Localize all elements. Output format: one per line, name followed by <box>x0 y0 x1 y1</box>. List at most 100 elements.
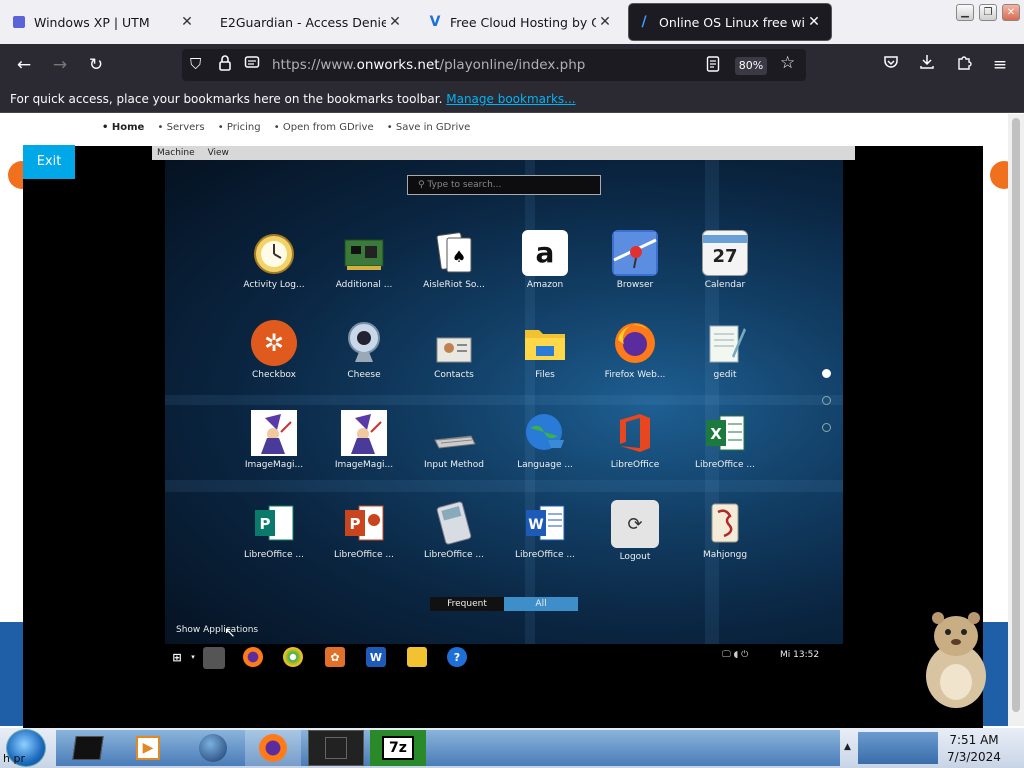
app-imagemagick-2[interactable]: ImageMagi... <box>323 410 405 470</box>
vm-system-tray[interactable]: 🖵 ◖ ⏻ <box>722 650 748 660</box>
app-gedit[interactable]: gedit <box>684 320 766 380</box>
desktop-thumbnail-icon[interactable] <box>203 647 225 669</box>
site-nav-save-gdrive[interactable]: • Save in GDrive <box>387 122 471 133</box>
app-libreoffice-draw[interactable]: P LibreOffice ... <box>233 500 315 560</box>
chrome-taskbar-icon[interactable] <box>283 647 303 667</box>
tab-all[interactable]: All <box>504 597 578 611</box>
monitor-icon <box>325 737 347 759</box>
app-checkbox[interactable]: ✲ Checkbox <box>233 320 315 380</box>
page-indicator-dot[interactable] <box>822 396 831 405</box>
host-app-utm[interactable] <box>308 730 364 766</box>
app-cheese[interactable]: Cheese <box>323 320 405 380</box>
calendar-day-number: 27 <box>712 246 738 267</box>
svg-text:X: X <box>710 425 722 443</box>
minimize-window-button[interactable]: ▁ <box>956 4 974 21</box>
excel-icon: X <box>702 410 748 456</box>
zoom-level-button[interactable]: 80% <box>735 57 767 75</box>
site-nav-servers[interactable]: • Servers <box>158 122 205 133</box>
close-window-button[interactable]: ✕ <box>1002 4 1020 21</box>
app-amazon[interactable]: a Amazon <box>504 230 586 290</box>
app-language-support[interactable]: Language ... <box>504 410 586 470</box>
manage-bookmarks-link[interactable]: Manage bookmarks... <box>446 92 575 106</box>
app-additional-drivers[interactable]: Additional ... <box>323 230 405 290</box>
app-libreoffice-impress[interactable]: P LibreOffice ... <box>323 500 405 560</box>
site-nav-home[interactable]: • Home <box>102 122 144 133</box>
back-arrow-icon[interactable]: ← <box>11 52 37 78</box>
page-indicator-dot[interactable] <box>822 423 831 432</box>
hamburger-menu-icon[interactable]: ≡ <box>987 52 1013 78</box>
app-input-method[interactable]: Input Method <box>413 410 495 470</box>
tab-windows-xp-utm[interactable]: Windows XP | UTM ✕ <box>4 4 204 40</box>
shield-icon[interactable]: ⛉ <box>190 55 201 73</box>
app-aisleriot-solitaire[interactable]: ♠ AisleRiot So... <box>413 230 495 290</box>
tab-online-os-linux[interactable]: / Online OS Linux free with Or ✕ <box>629 4 831 40</box>
amazon-icon: a <box>522 230 568 276</box>
page-indicator-dot[interactable] <box>822 369 831 378</box>
site-nav-pricing[interactable]: • Pricing <box>218 122 261 133</box>
site-nav-open-gdrive[interactable]: • Open from GDrive <box>274 122 374 133</box>
exit-button[interactable]: Exit <box>23 145 75 179</box>
wallpaper-beam <box>165 480 843 492</box>
tab-e2guardian[interactable]: E2Guardian - Access Denied ✕ <box>212 4 412 40</box>
vm-clock: Mi 13:52 <box>780 650 820 660</box>
app-activity-log[interactable]: Activity Log... <box>233 230 315 290</box>
app-libreoffice-math[interactable]: LibreOffice ... <box>413 500 495 560</box>
app-files[interactable]: Files <box>504 320 586 380</box>
tab-free-cloud-hosting[interactable]: V Free Cloud Hosting by OnWo ✕ <box>420 4 622 40</box>
app-browser[interactable]: Browser <box>594 230 676 290</box>
downloads-icon[interactable] <box>914 52 940 78</box>
image-editor-taskbar-icon[interactable]: ✿ <box>325 647 345 667</box>
tray-expand-icon[interactable]: ▲ <box>844 742 851 752</box>
app-imagemagick-1[interactable]: ImageMagi... <box>233 410 315 470</box>
lock-icon[interactable] <box>218 54 232 76</box>
onworks-favicon-icon: / <box>641 14 647 30</box>
page-info-icon[interactable] <box>244 54 260 76</box>
app-calendar[interactable]: 27 Calendar <box>684 230 766 290</box>
office-icon <box>612 410 658 456</box>
app-libreoffice-calc[interactable]: X LibreOffice ... <box>684 410 766 470</box>
close-tab-icon[interactable]: ✕ <box>178 14 196 30</box>
logout-icon: ⟳ <box>611 500 659 548</box>
close-tab-icon[interactable]: ✕ <box>596 14 614 30</box>
tab-frequent[interactable]: Frequent <box>430 597 504 611</box>
svg-text:P: P <box>350 515 361 533</box>
vm-menu-machine[interactable]: Machine <box>157 148 195 158</box>
close-tab-icon[interactable]: ✕ <box>805 14 823 30</box>
host-app-firefox[interactable] <box>245 730 301 766</box>
forward-arrow-icon[interactable]: → <box>47 52 73 78</box>
url-text[interactable]: https://www.onworks.net/playonline/index… <box>272 57 585 73</box>
show-applications-button[interactable]: Show Applications <box>176 625 258 635</box>
reader-view-icon[interactable] <box>706 55 720 77</box>
word-taskbar-icon[interactable]: W <box>366 647 386 667</box>
page-scrollbar[interactable] <box>1008 114 1024 726</box>
host-app-terminal[interactable] <box>60 730 116 766</box>
extensions-icon[interactable] <box>951 52 977 78</box>
app-mahjongg[interactable]: Mahjongg <box>684 500 766 560</box>
pocket-icon[interactable] <box>878 52 904 78</box>
contact-card-icon <box>431 320 477 366</box>
bookmark-star-icon[interactable]: ☆ <box>780 53 795 73</box>
host-app-media[interactable]: ▶ <box>120 730 176 766</box>
app-logout[interactable]: ⟳ Logout <box>594 500 676 562</box>
folder-taskbar-icon[interactable] <box>407 647 427 667</box>
help-taskbar-icon[interactable]: ? <box>447 647 467 667</box>
url-bar[interactable]: ⛉ https://www.onworks.net/playonline/ind… <box>182 49 806 81</box>
vm-menu-view[interactable]: View <box>208 148 229 158</box>
map-pin-icon <box>612 230 658 276</box>
svg-text:P: P <box>260 515 271 533</box>
host-app-7zip[interactable]: 7z <box>370 730 426 766</box>
app-libreoffice-writer[interactable]: W LibreOffice ... <box>504 500 586 560</box>
app-firefox[interactable]: Firefox Web... <box>594 320 676 380</box>
firefox-taskbar-icon[interactable] <box>243 647 263 667</box>
maximize-window-button[interactable]: ❐ <box>979 4 997 21</box>
reload-icon[interactable]: ↻ <box>83 52 109 78</box>
host-app-globe[interactable] <box>185 730 241 766</box>
vm-search-input[interactable]: ⚲ Type to search... <box>407 175 601 195</box>
host-clock[interactable]: 7:51 AM 7/3/2024 <box>940 732 1008 766</box>
firefox-icon <box>612 320 658 366</box>
app-libreoffice[interactable]: LibreOffice <box>594 410 676 470</box>
scrollbar-thumb[interactable] <box>1012 118 1020 712</box>
close-tab-icon[interactable]: ✕ <box>386 14 404 30</box>
app-contacts[interactable]: Contacts <box>413 320 495 380</box>
chevron-down-icon[interactable]: ▾ <box>183 647 203 667</box>
